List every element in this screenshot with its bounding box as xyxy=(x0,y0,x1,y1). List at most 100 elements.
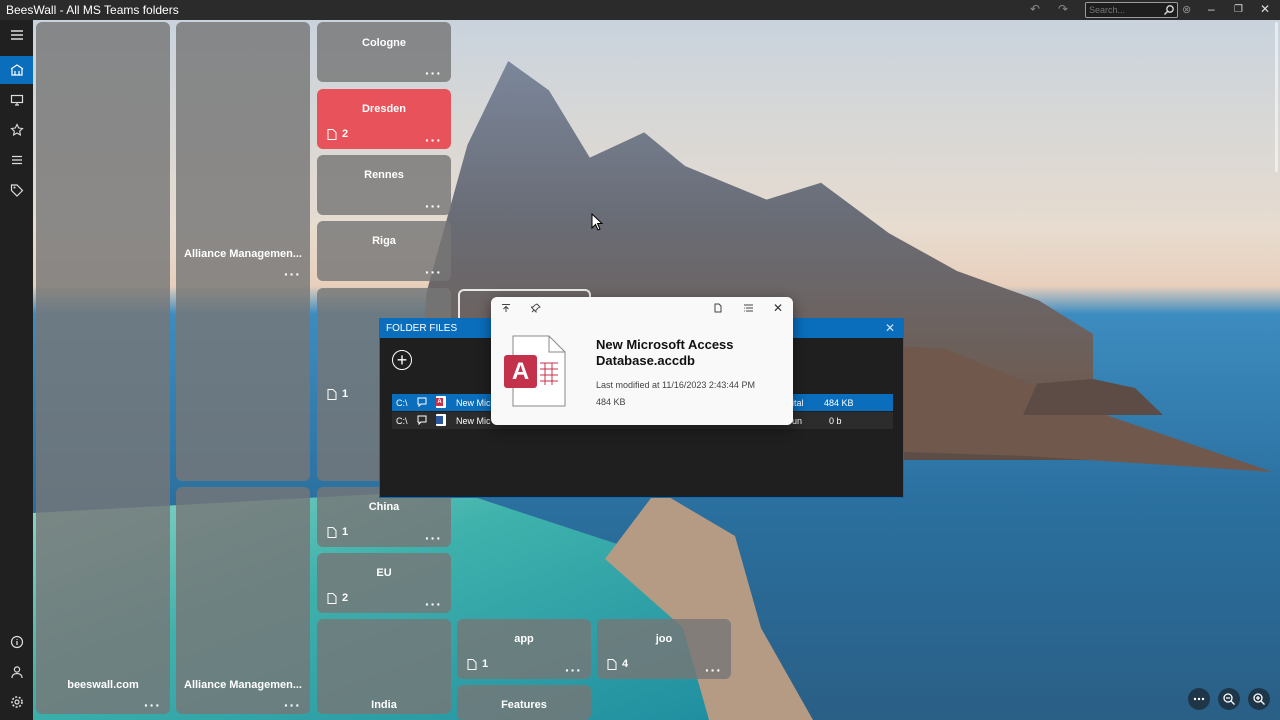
open-file-icon[interactable] xyxy=(713,303,723,316)
tile-rennes[interactable]: Rennes ··· xyxy=(317,155,451,215)
zoom-out-icon xyxy=(1223,693,1235,705)
file-count: 1 xyxy=(327,388,348,400)
tile-label: Alliance Managemen... xyxy=(184,679,302,691)
tile-label: app xyxy=(514,633,534,645)
file-icon xyxy=(327,526,337,538)
more-options-icon[interactable]: ··· xyxy=(425,133,442,147)
more-options-icon[interactable]: ··· xyxy=(284,267,301,281)
file-count: 1 xyxy=(327,526,348,538)
menu-icon xyxy=(10,30,23,40)
zoom-in-button[interactable] xyxy=(1248,688,1270,710)
tile-label: Alliance Managemen... xyxy=(184,248,302,260)
tile-beeswall[interactable]: beeswall.com ··· xyxy=(36,22,170,714)
clear-search-icon[interactable]: ⊗ xyxy=(1182,3,1191,16)
add-file-button[interactable]: + xyxy=(392,350,412,370)
comment-icon[interactable] xyxy=(417,415,427,427)
more-options-icon[interactable]: ··· xyxy=(425,597,442,611)
tile-label: Features xyxy=(501,699,547,711)
tile-alliance-management-1[interactable]: Alliance Managemen... ··· xyxy=(176,22,310,481)
settings-button[interactable] xyxy=(0,688,33,716)
tile-joo[interactable]: joo 4 ··· xyxy=(597,619,731,679)
more-options-icon[interactable]: ··· xyxy=(565,663,582,677)
user-button[interactable] xyxy=(0,658,33,686)
minimize-icon[interactable]: – xyxy=(1208,2,1215,16)
tile-label: Riga xyxy=(372,235,396,247)
close-icon[interactable]: ✕ xyxy=(1260,2,1270,16)
comment-icon[interactable] xyxy=(417,397,427,409)
file-size: 0 b xyxy=(829,416,842,426)
close-icon[interactable]: ✕ xyxy=(885,321,895,335)
star-icon xyxy=(9,123,24,136)
tile-label: beeswall.com xyxy=(67,679,139,691)
search-input[interactable] xyxy=(1089,4,1161,16)
sidebar-item-monitor[interactable] xyxy=(0,86,33,114)
file-icon xyxy=(327,388,337,400)
more-options-icon[interactable]: ··· xyxy=(144,698,161,712)
sidebar-item-teams[interactable] xyxy=(0,56,33,84)
pin-to-top-icon[interactable] xyxy=(501,303,511,316)
tile-label: EU xyxy=(376,567,392,579)
file-count: 2 xyxy=(327,592,348,604)
tile-eu[interactable]: EU 2 ··· xyxy=(317,553,451,613)
sidebar-item-favorites[interactable] xyxy=(0,116,33,144)
tile-features[interactable]: Features xyxy=(457,685,591,720)
info-button[interactable] xyxy=(0,628,33,656)
file-icon xyxy=(467,658,477,670)
file-icon xyxy=(327,592,337,604)
tile-label: Dresden xyxy=(361,103,407,115)
tile-riga[interactable]: Riga ··· xyxy=(317,221,451,281)
mouse-cursor-icon xyxy=(591,213,603,231)
last-modified: Last modified at 11/16/2023 2:43:44 PM xyxy=(596,380,755,390)
file-size: 484 KB xyxy=(824,398,854,408)
file-info-popup: ✕ A New Microsoft Access Database.accdb … xyxy=(491,297,793,425)
word-file-icon xyxy=(436,414,446,426)
file-name: New Mic xyxy=(456,416,491,426)
monitor-icon xyxy=(10,94,23,106)
file-count: 1 xyxy=(467,658,488,670)
author: un xyxy=(792,416,803,426)
sidebar-item-list[interactable] xyxy=(0,146,33,174)
tile-alliance-management-2[interactable]: Alliance Managemen... ··· xyxy=(176,487,310,714)
tile-app[interactable]: app 1 ··· xyxy=(457,619,591,679)
redo-icon[interactable]: ↷ xyxy=(1058,2,1068,16)
gear-icon xyxy=(10,696,23,708)
more-options-icon[interactable]: ··· xyxy=(705,663,722,677)
more-options-icon[interactable]: ··· xyxy=(284,698,301,712)
more-options-icon[interactable]: ··· xyxy=(425,199,442,213)
author: ital xyxy=(792,398,804,408)
file-size: 484 KB xyxy=(596,397,626,407)
folder-files-title: FOLDER FILES xyxy=(386,323,458,334)
file-count: 4 xyxy=(607,658,628,670)
search-box[interactable] xyxy=(1085,2,1178,18)
undo-icon[interactable]: ↶ xyxy=(1030,2,1040,16)
tile-india[interactable]: India xyxy=(317,619,451,714)
file-type-letter: A xyxy=(511,358,530,385)
more-options-icon[interactable]: ··· xyxy=(425,531,442,545)
tile-dresden[interactable]: Dresden 2 ··· xyxy=(317,89,451,149)
window-title: BeesWall - All MS Teams folders xyxy=(6,3,179,17)
more-button[interactable] xyxy=(1188,688,1210,710)
restore-icon[interactable]: ❐ xyxy=(1234,4,1243,15)
search-icon[interactable] xyxy=(1163,4,1175,16)
tile-cologne[interactable]: Cologne ··· xyxy=(317,22,451,82)
pin-icon[interactable] xyxy=(529,303,541,316)
path-label: C:\ xyxy=(396,416,408,426)
sidebar-item-tags[interactable] xyxy=(0,176,33,204)
details-icon[interactable] xyxy=(743,303,754,316)
scrollbar-thumb[interactable] xyxy=(1275,22,1278,172)
more-options-icon[interactable]: ··· xyxy=(425,265,442,279)
tile-label: India xyxy=(371,699,397,711)
file-name: New Microsoft Access Database.accdb xyxy=(596,337,734,368)
tile-label: Rennes xyxy=(364,169,404,181)
user-icon xyxy=(10,666,23,679)
file-icon xyxy=(607,658,617,670)
more-options-icon[interactable]: ··· xyxy=(425,66,442,80)
tile-label: Cologne xyxy=(362,37,406,49)
zoom-in-icon xyxy=(1253,693,1265,705)
teams-icon xyxy=(10,64,23,76)
close-icon[interactable]: ✕ xyxy=(773,301,783,315)
menu-button[interactable] xyxy=(0,21,33,49)
file-count: 2 xyxy=(327,128,348,140)
access-file-icon: A xyxy=(503,335,571,407)
zoom-out-button[interactable] xyxy=(1218,688,1240,710)
